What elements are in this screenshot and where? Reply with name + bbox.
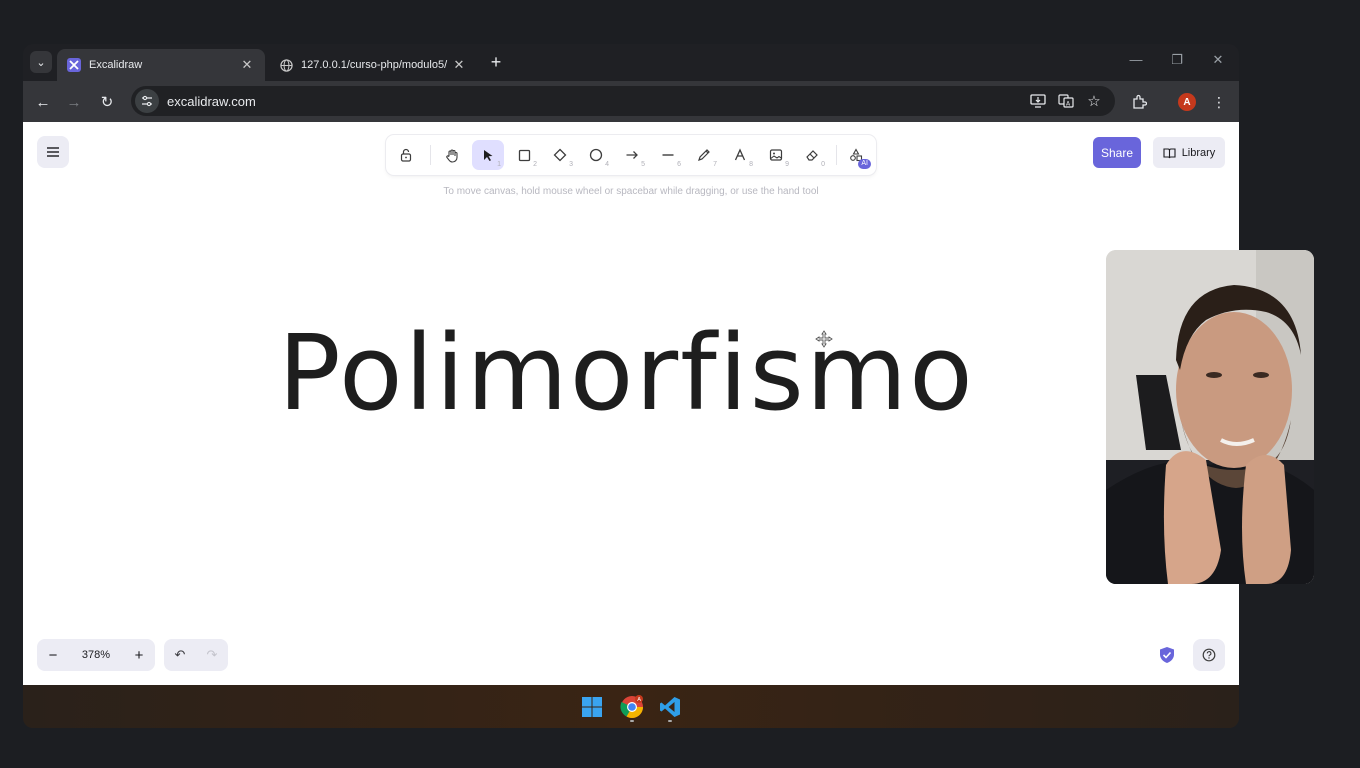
running-indicator xyxy=(668,720,672,722)
tab-search-button[interactable]: ⌄ xyxy=(30,51,52,73)
canvas-hint: To move canvas, hold mouse wheel or spac… xyxy=(443,186,819,197)
tool-rectangle[interactable]: 2 xyxy=(508,140,540,170)
book-icon xyxy=(1163,147,1176,158)
ellipse-icon xyxy=(589,148,603,162)
restore-icon[interactable]: ❐ xyxy=(1167,52,1187,68)
back-icon[interactable]: ← xyxy=(32,91,54,113)
taskbar: A xyxy=(23,685,1239,728)
minimize-icon[interactable]: — xyxy=(1126,52,1146,67)
new-tab-button[interactable]: + xyxy=(485,51,507,73)
tool-key: 7 xyxy=(713,161,717,168)
tool-line[interactable]: 6 xyxy=(652,140,684,170)
excalidraw-favicon-icon xyxy=(67,58,81,72)
globe-icon xyxy=(279,58,293,72)
tool-lock[interactable] xyxy=(390,140,422,170)
tool-draw[interactable]: 7 xyxy=(688,140,720,170)
tool-ellipse[interactable]: 4 xyxy=(580,140,612,170)
zoom-controls: − 378% + xyxy=(37,639,155,671)
tool-image[interactable]: 9 xyxy=(760,140,792,170)
tool-diamond[interactable]: 3 xyxy=(544,140,576,170)
shape-toolbar: 1 2 3 4 5 6 7 8 9 0 AI xyxy=(386,135,876,175)
tool-key: 1 xyxy=(497,161,501,168)
tool-arrow[interactable]: 5 xyxy=(616,140,648,170)
undo-icon[interactable]: ↶ xyxy=(164,647,196,663)
tab-close-icon[interactable]: ✕ xyxy=(239,57,255,73)
reload-icon[interactable]: ↻ xyxy=(96,91,118,113)
diamond-icon xyxy=(553,148,567,162)
move-cursor-icon xyxy=(815,330,833,348)
chrome-icon[interactable]: A xyxy=(619,694,645,720)
hamburger-icon xyxy=(47,147,59,157)
tab-excalidraw[interactable]: Excalidraw ✕ xyxy=(57,49,265,81)
tool-key: 4 xyxy=(605,161,609,168)
bookmark-star-icon[interactable]: ☆ xyxy=(1085,93,1103,110)
toolbar-divider xyxy=(836,145,837,165)
forward-icon[interactable]: → xyxy=(63,91,85,113)
main-menu-button[interactable] xyxy=(37,136,69,168)
shield-check-icon[interactable] xyxy=(1158,646,1176,664)
line-icon xyxy=(662,154,674,156)
tab-title: 127.0.0.1/curso-php/modulo5/ xyxy=(301,59,448,71)
history-controls: ↶ ↷ xyxy=(164,639,228,671)
browser-toolbar: ← → ↻ excalidraw.com A ☆ A ⋮ xyxy=(23,81,1239,122)
tool-key: 2 xyxy=(533,161,537,168)
help-icon xyxy=(1202,648,1216,662)
tool-key: 9 xyxy=(785,161,789,168)
svg-text:A: A xyxy=(637,697,641,703)
library-label: Library xyxy=(1181,146,1216,159)
chevron-down-icon: ⌄ xyxy=(36,56,46,69)
excalidraw-page[interactable]: 1 2 3 4 5 6 7 8 9 0 AI To move canvas, h… xyxy=(23,122,1239,685)
tab-title: Excalidraw xyxy=(89,59,143,71)
tab-close-icon[interactable]: ✕ xyxy=(451,57,467,73)
tab-strip: ⌄ Excalidraw ✕ 127.0.0.1/curso-php/modul… xyxy=(23,44,1239,81)
extensions-icon[interactable] xyxy=(1128,91,1150,113)
browser-menu-icon[interactable]: ⋮ xyxy=(1208,91,1230,113)
browser-window: ⌄ Excalidraw ✕ 127.0.0.1/curso-php/modul… xyxy=(23,44,1239,728)
lock-icon xyxy=(400,148,412,162)
canvas-text-element[interactable]: Polimorfismo xyxy=(278,312,975,434)
share-button[interactable]: Share xyxy=(1093,137,1141,168)
tool-key: 3 xyxy=(569,161,573,168)
webcam-overlay xyxy=(1106,250,1314,584)
running-indicator xyxy=(630,720,634,722)
zoom-out-button[interactable]: − xyxy=(37,647,69,664)
tool-key: 8 xyxy=(749,161,753,168)
vscode-icon[interactable] xyxy=(657,694,683,720)
tool-key: 5 xyxy=(641,161,645,168)
pointer-icon xyxy=(483,149,492,161)
zoom-in-button[interactable]: + xyxy=(123,647,155,664)
tool-eraser[interactable]: 0 xyxy=(796,140,828,170)
address-bar[interactable]: excalidraw.com A ☆ xyxy=(131,86,1115,116)
image-icon xyxy=(769,149,783,161)
install-app-icon[interactable] xyxy=(1029,93,1047,109)
toolbar-divider xyxy=(430,145,431,165)
profile-avatar[interactable]: A xyxy=(1176,91,1198,113)
windows-start-icon[interactable] xyxy=(579,694,605,720)
url-text: excalidraw.com xyxy=(167,93,256,109)
rectangle-icon xyxy=(518,149,530,161)
help-button[interactable] xyxy=(1193,639,1225,671)
library-button[interactable]: Library xyxy=(1153,137,1225,168)
pencil-icon xyxy=(698,149,710,161)
text-icon xyxy=(734,148,746,161)
translate-icon[interactable]: A xyxy=(1057,93,1075,109)
close-window-icon[interactable]: ✕ xyxy=(1208,52,1228,68)
arrow-icon xyxy=(626,151,638,159)
webcam-presenter-image xyxy=(1106,250,1314,584)
tool-selection[interactable]: 1 xyxy=(472,140,504,170)
tool-more[interactable]: AI xyxy=(840,140,872,170)
eraser-icon xyxy=(806,150,818,161)
tab-localhost[interactable]: 127.0.0.1/curso-php/modulo5/ ✕ xyxy=(269,49,477,81)
hand-icon xyxy=(445,148,458,163)
tool-key: 0 xyxy=(821,161,825,168)
tool-key: 6 xyxy=(677,161,681,168)
tool-text[interactable]: 8 xyxy=(724,140,756,170)
site-info-icon[interactable] xyxy=(135,89,159,113)
tool-hand[interactable] xyxy=(436,140,468,170)
zoom-level[interactable]: 378% xyxy=(69,649,123,661)
ai-badge: AI xyxy=(858,159,871,169)
redo-icon[interactable]: ↷ xyxy=(196,647,228,663)
